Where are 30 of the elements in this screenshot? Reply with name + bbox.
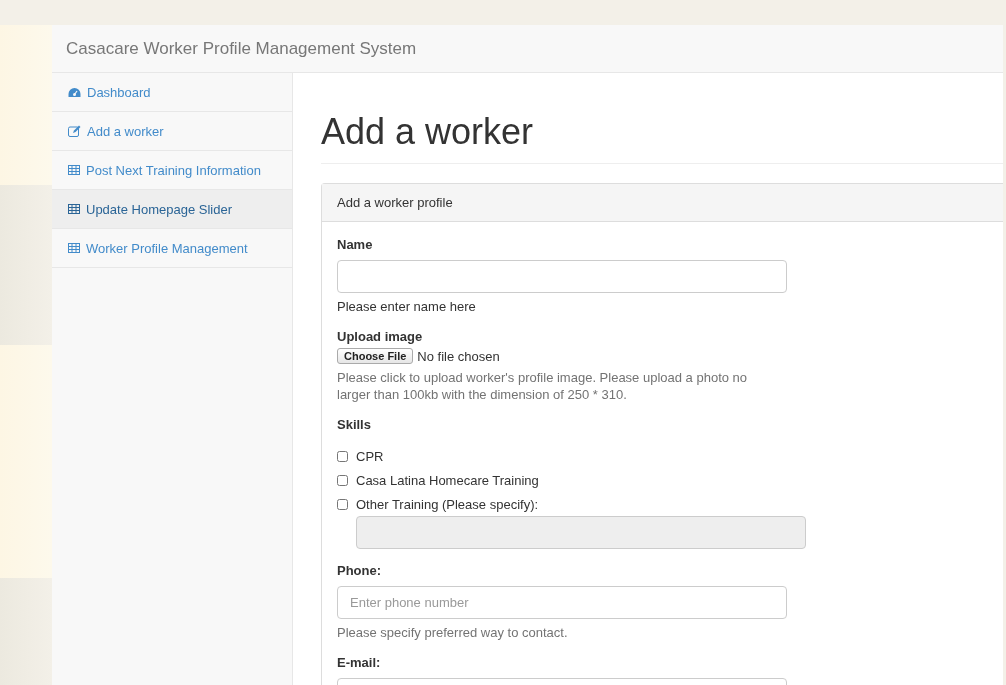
checkbox[interactable] (337, 450, 348, 462)
sidebar-item[interactable]: Update Homepage Slider (52, 190, 292, 229)
table-icon (68, 165, 80, 175)
sidebar-item[interactable]: Dashboard (52, 73, 292, 112)
help-text: Please click to upload worker's profile image. Please upload a photo no larger than 100kb with the dimension of 250 * 310. (337, 369, 749, 403)
sidebar-item[interactable]: Worker Profile Management (52, 229, 292, 268)
panel-heading: Add a worker profile (322, 184, 1003, 222)
field-label: Name (337, 237, 374, 252)
dashboard-icon (68, 86, 81, 98)
checkbox[interactable] (337, 474, 348, 486)
field-label: Upload image (337, 329, 424, 344)
table-icon (68, 204, 80, 214)
choose-file-button[interactable]: Choose File (337, 348, 414, 364)
table-icon (68, 243, 80, 253)
edit-icon (68, 125, 81, 137)
file-status: No file chosen (417, 348, 500, 364)
help-text: Please specify preferred way to contact. (337, 624, 569, 641)
checkbox-label: Casa Latina Homecare Training (356, 472, 539, 488)
checkbox[interactable] (337, 498, 348, 510)
field-label: Phone: (337, 563, 383, 578)
help-text: Please enter name here (337, 298, 477, 315)
checkbox-label: Other Training (Please specify): (356, 496, 539, 512)
checkbox-label: CPR (356, 448, 384, 464)
sidebar-item[interactable]: Add a worker (52, 112, 292, 151)
field-label: Skills (337, 417, 372, 432)
field-label: E-mail: (337, 655, 382, 670)
page-title: Add a worker (321, 111, 1003, 164)
input-field[interactable]: Enter phone number (337, 586, 787, 619)
app-title: Casacare Worker Profile Management System (66, 38, 417, 59)
input-field[interactable] (337, 260, 787, 293)
